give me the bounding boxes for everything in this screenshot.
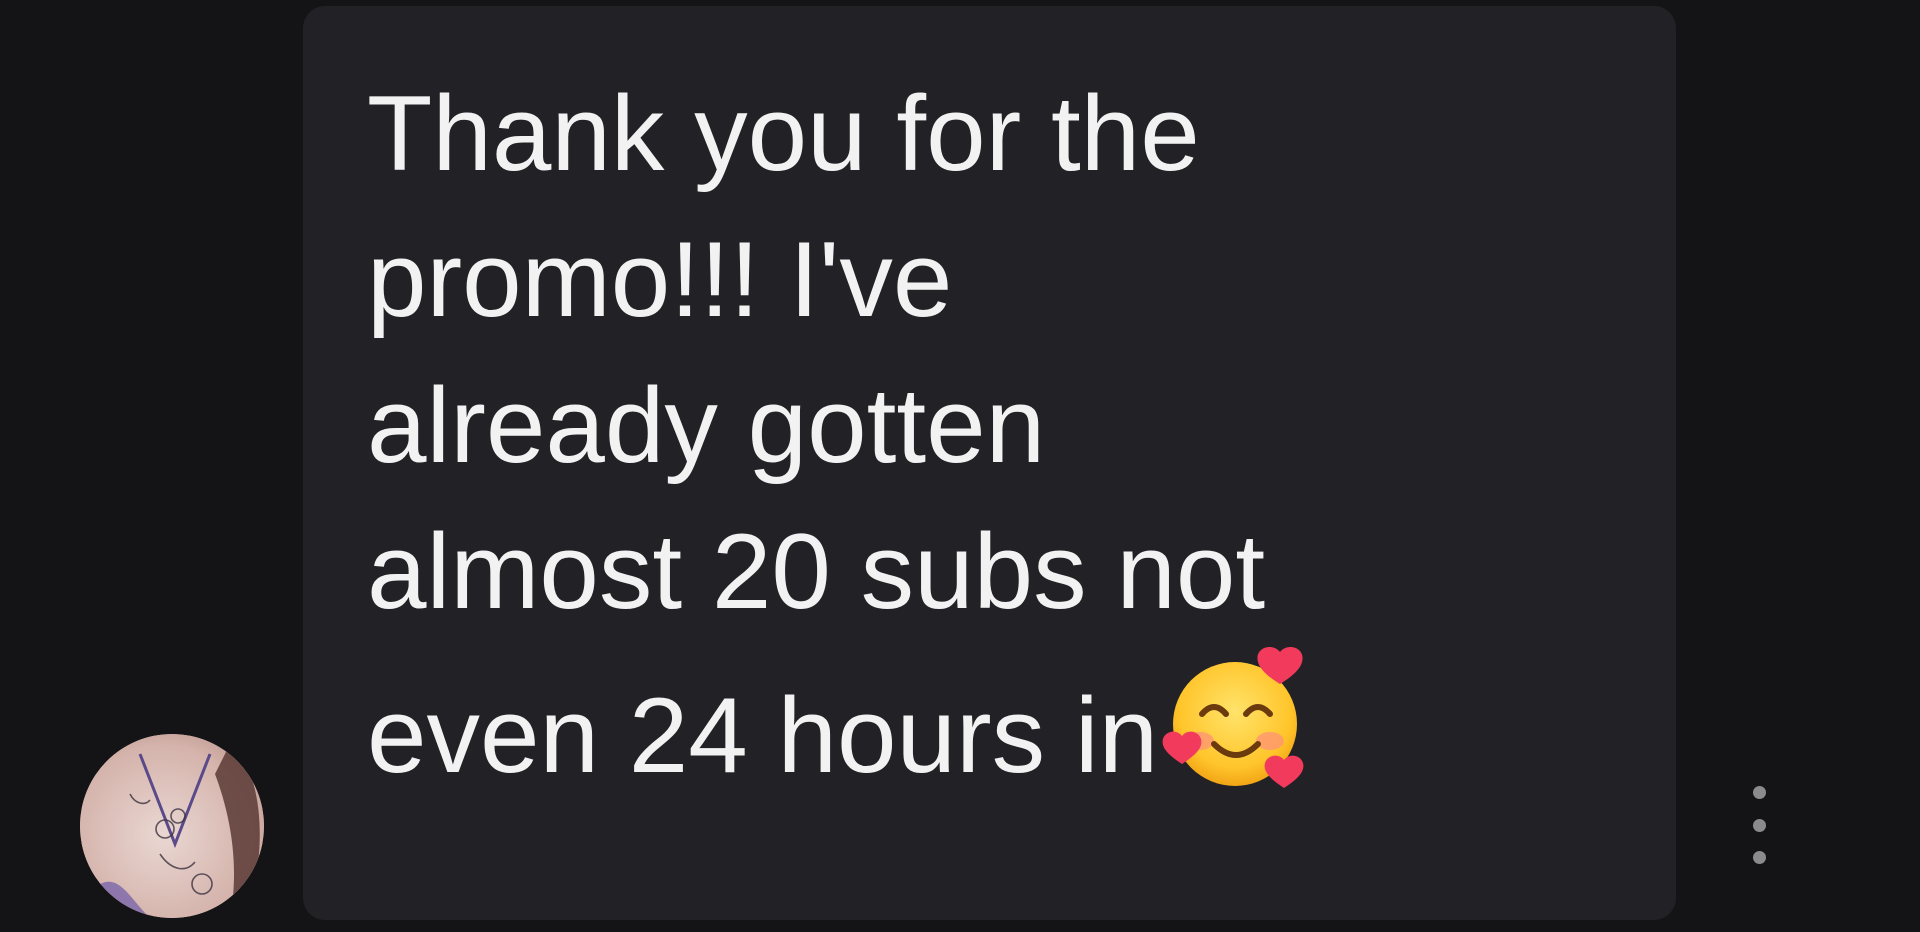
message-body: Thank you for the promo!!! I've already …	[367, 73, 1266, 795]
more-dot	[1752, 786, 1766, 799]
message-bubble[interactable]: Thank you for the promo!!! I've already …	[303, 6, 1676, 920]
chat-thread: Thank you for the promo!!! I've already …	[0, 0, 1920, 932]
more-options-button[interactable]	[1746, 786, 1772, 864]
avatar-image	[80, 734, 264, 918]
more-dot	[1752, 851, 1766, 864]
avatar[interactable]	[80, 734, 264, 918]
more-dot	[1752, 818, 1766, 832]
message-text: Thank you for the promo!!! I've already …	[367, 60, 1616, 808]
smiling-face-with-hearts-icon	[1162, 644, 1312, 794]
